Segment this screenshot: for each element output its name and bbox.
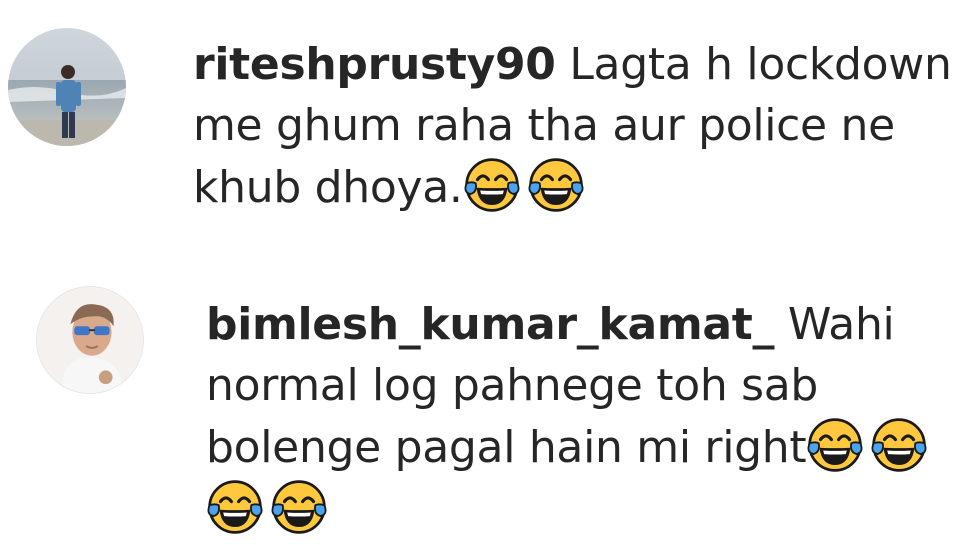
avatar[interactable] [8,28,126,146]
face-with-tears-of-joy-icon [206,478,264,536]
comment-username[interactable]: bimlesh_kumar_kamat_ [206,299,775,350]
face-with-tears-of-joy-icon [527,156,585,214]
avatar-photo-person [37,287,143,393]
avatar[interactable] [36,286,144,394]
comment-item: riteshprusty90 Lagta h lockdown me ghum … [0,0,970,260]
comment-text: riteshprusty90 Lagta h lockdown me ghum … [193,34,963,218]
comment-item: bimlesh_kumar_kamat_ Wahi normal log pah… [0,270,970,545]
comment-username[interactable]: riteshprusty90 [193,39,556,90]
face-with-tears-of-joy-icon [463,156,521,214]
face-with-tears-of-joy-icon [270,478,328,536]
comment-text: bimlesh_kumar_kamat_ Wahi normal log pah… [206,294,946,540]
avatar-photo-beach [8,28,126,146]
face-with-tears-of-joy-icon [870,416,928,474]
face-with-tears-of-joy-icon [806,416,864,474]
